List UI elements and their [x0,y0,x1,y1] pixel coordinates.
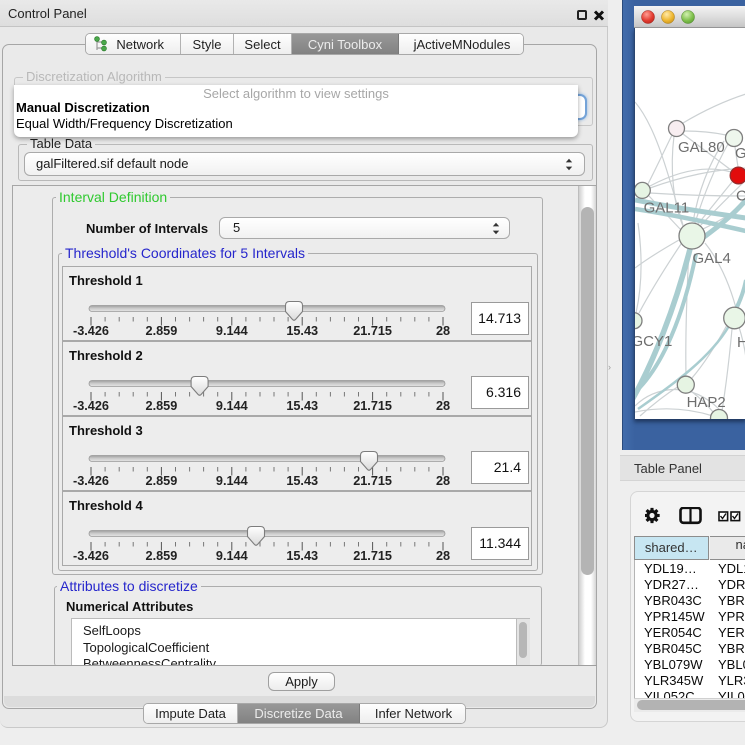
svg-text:HAP2: HAP2 [687,394,726,411]
svg-text:GAL4: GAL4 [693,250,731,267]
svg-text:15.43: 15.43 [286,474,318,488]
svg-text:2.859: 2.859 [146,474,178,488]
svg-text:15.43: 15.43 [286,399,318,413]
svg-text:21.715: 21.715 [353,549,392,563]
svg-text:GAL11: GAL11 [644,200,690,217]
svg-text:2.859: 2.859 [146,399,178,413]
svg-text:H: H [737,334,745,351]
svg-text:28: 28 [436,474,450,488]
svg-text:-3.426: -3.426 [73,549,109,563]
svg-text:GCY1: GCY1 [635,333,672,350]
svg-text:GA: GA [735,145,745,162]
svg-text:21.715: 21.715 [353,399,392,413]
svg-text:15.43: 15.43 [286,549,318,563]
svg-text:9.144: 9.144 [216,399,248,413]
svg-text:C: C [736,188,745,205]
svg-text:-3.426: -3.426 [73,324,109,338]
svg-text:28: 28 [436,399,450,413]
svg-text:2.859: 2.859 [146,549,178,563]
svg-text:28: 28 [436,549,450,563]
svg-text:GAL80: GAL80 [678,139,725,156]
svg-text:9.144: 9.144 [216,474,248,488]
svg-text:-3.426: -3.426 [73,399,109,413]
svg-text:28: 28 [436,324,450,338]
svg-text:21.715: 21.715 [353,324,392,338]
svg-text:-3.426: -3.426 [73,474,109,488]
svg-text:15.43: 15.43 [286,324,318,338]
svg-text:9.144: 9.144 [216,549,248,563]
svg-text:2.859: 2.859 [146,324,178,338]
svg-text:21.715: 21.715 [353,474,392,488]
svg-text:9.144: 9.144 [216,324,248,338]
